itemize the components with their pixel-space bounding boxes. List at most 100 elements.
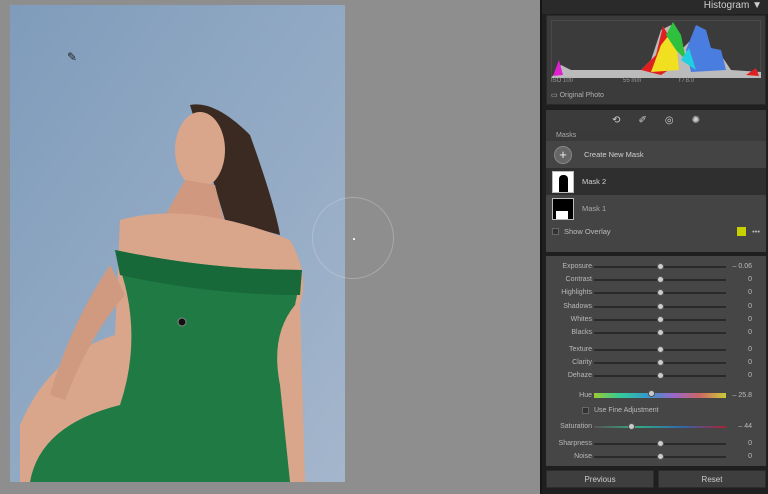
- mask-item[interactable]: Mask 2: [546, 168, 766, 195]
- histogram-title: Histogram: [703, 0, 750, 11]
- photo-canvas[interactable]: ✎: [0, 0, 540, 494]
- show-overlay-label: Show Overlay: [564, 226, 611, 236]
- slider-knob[interactable]: [657, 453, 664, 460]
- slider-value[interactable]: – 25.8: [733, 392, 752, 399]
- slider-track[interactable]: [594, 263, 726, 270]
- slider-value[interactable]: – 0.06: [733, 263, 752, 270]
- slider-track[interactable]: [594, 316, 726, 323]
- slider-shadows[interactable]: Shadows 0: [546, 301, 766, 313]
- previous-button[interactable]: Previous: [546, 470, 654, 488]
- slider-knob[interactable]: [657, 372, 664, 379]
- slider-highlights[interactable]: Highlights 0: [546, 287, 766, 299]
- slider-value[interactable]: 0: [748, 440, 752, 447]
- collapse-icon[interactable]: ▼: [752, 0, 762, 11]
- slider-whites[interactable]: Whites 0: [546, 314, 766, 326]
- fine-adjustment-checkbox[interactable]: [582, 407, 589, 414]
- create-new-mask-button[interactable]: + Create New Mask: [546, 141, 766, 168]
- histogram: ISO 100 55 mm f / 8.0 ▭ Original Photo: [546, 15, 766, 105]
- slider-texture[interactable]: Texture 0: [546, 344, 766, 356]
- slider-label: Dehaze: [567, 372, 592, 379]
- slider-knob[interactable]: [657, 440, 664, 447]
- slider-knob[interactable]: [657, 359, 664, 366]
- slider-label: Texture: [569, 346, 592, 353]
- crop-icon[interactable]: ⟲: [612, 115, 620, 126]
- slider-knob[interactable]: [657, 346, 664, 353]
- slider-knob[interactable]: [647, 390, 655, 397]
- slider-contrast[interactable]: Contrast 0: [546, 274, 766, 286]
- red-eye-icon[interactable]: ◎: [665, 115, 674, 126]
- slider-track[interactable]: [594, 276, 726, 283]
- slider-label: Clarity: [572, 359, 592, 366]
- slider-knob[interactable]: [657, 289, 664, 296]
- iso-label: ISO 100: [551, 78, 574, 84]
- tool-strip: ⟲ ✐ ◎ ✺: [546, 110, 766, 130]
- slider-track[interactable]: [594, 359, 726, 366]
- slider-track[interactable]: [594, 440, 726, 447]
- photo: [10, 5, 345, 482]
- slider-label: Hue: [579, 392, 592, 399]
- more-options-icon[interactable]: •••: [752, 227, 760, 236]
- slider-noise[interactable]: Noise 0: [546, 451, 766, 463]
- mask-thumbnail: [552, 170, 574, 193]
- slider-knob[interactable]: [657, 303, 664, 310]
- slider-label: Shadows: [563, 303, 592, 310]
- overlay-color-swatch[interactable]: [737, 226, 747, 236]
- slider-value[interactable]: – 44: [738, 423, 752, 430]
- slider-exposure[interactable]: Exposure – 0.06: [546, 261, 766, 273]
- slider-hue[interactable]: Hue – 25.8: [546, 390, 766, 402]
- slider-track[interactable]: [594, 390, 726, 398]
- slider-clarity[interactable]: Clarity 0: [546, 357, 766, 369]
- slider-value[interactable]: 0: [748, 372, 752, 379]
- histogram-graph: [551, 20, 761, 78]
- slider-value[interactable]: 0: [748, 289, 752, 296]
- slider-knob[interactable]: [627, 423, 635, 430]
- slider-track[interactable]: [594, 289, 726, 296]
- slider-value[interactable]: 0: [748, 316, 752, 323]
- slider-knob[interactable]: [657, 263, 664, 270]
- show-overlay-checkbox[interactable]: [552, 227, 559, 235]
- slider-value[interactable]: 0: [748, 359, 752, 366]
- masking-icon[interactable]: ✺: [692, 115, 700, 126]
- original-photo-toggle[interactable]: ▭ Original Photo: [551, 91, 604, 99]
- slider-knob[interactable]: [657, 316, 664, 323]
- slider-blacks[interactable]: Blacks 0: [546, 327, 766, 339]
- brush-outline: [312, 197, 394, 279]
- slider-track[interactable]: [594, 329, 726, 336]
- aperture-label: f / 8.0: [679, 78, 695, 84]
- slider-track[interactable]: [594, 423, 726, 430]
- reset-button[interactable]: Reset: [658, 470, 766, 488]
- slider-track[interactable]: [594, 372, 726, 379]
- slider-knob[interactable]: [657, 276, 664, 283]
- slider-label: Exposure: [562, 263, 592, 270]
- mask-item[interactable]: Mask 1: [546, 195, 766, 222]
- mask-thumbnail: [552, 197, 574, 220]
- slider-track[interactable]: [594, 346, 726, 353]
- slider-knob[interactable]: [657, 329, 664, 336]
- slider-value[interactable]: 0: [748, 329, 752, 336]
- masks-panel: Masks + Create New Mask Mask 2 Mask 1 Sho…: [546, 130, 766, 252]
- slider-label: Highlights: [561, 289, 592, 296]
- slider-label: Noise: [574, 453, 592, 460]
- slider-sharpness[interactable]: Sharpness 0: [546, 438, 766, 450]
- right-panel: Histogram ▼ ISO 100 55 mm f / 8.0 ▭ Orig…: [540, 0, 768, 494]
- create-mask-label: Create New Mask: [584, 150, 644, 159]
- brush-cursor-icon: ✎: [67, 50, 78, 64]
- slider-saturation[interactable]: Saturation – 44: [546, 421, 766, 433]
- mask-label: Mask 2: [582, 177, 607, 186]
- slider-dehaze[interactable]: Dehaze 0: [546, 370, 766, 382]
- heal-icon[interactable]: ✐: [638, 115, 646, 126]
- slider-value[interactable]: 0: [748, 303, 752, 310]
- slider-track[interactable]: [594, 303, 726, 310]
- plus-icon: +: [554, 145, 572, 164]
- slider-value[interactable]: 0: [748, 346, 752, 353]
- adjustment-sliders: Exposure – 0.06 Contrast 0 Highlights 0 Shadow…: [546, 256, 766, 466]
- slider-track[interactable]: [594, 453, 726, 460]
- masks-title: Masks: [546, 130, 766, 141]
- fine-adjustment-label: Use Fine Adjustment: [594, 407, 659, 414]
- slider-label: Whites: [570, 316, 592, 323]
- slider-value[interactable]: 0: [748, 453, 752, 460]
- slider-label: Contrast: [565, 276, 592, 283]
- slider-value[interactable]: 0: [748, 276, 752, 283]
- histogram-header[interactable]: Histogram ▼: [542, 0, 768, 14]
- original-photo-label: Original Photo: [559, 92, 604, 99]
